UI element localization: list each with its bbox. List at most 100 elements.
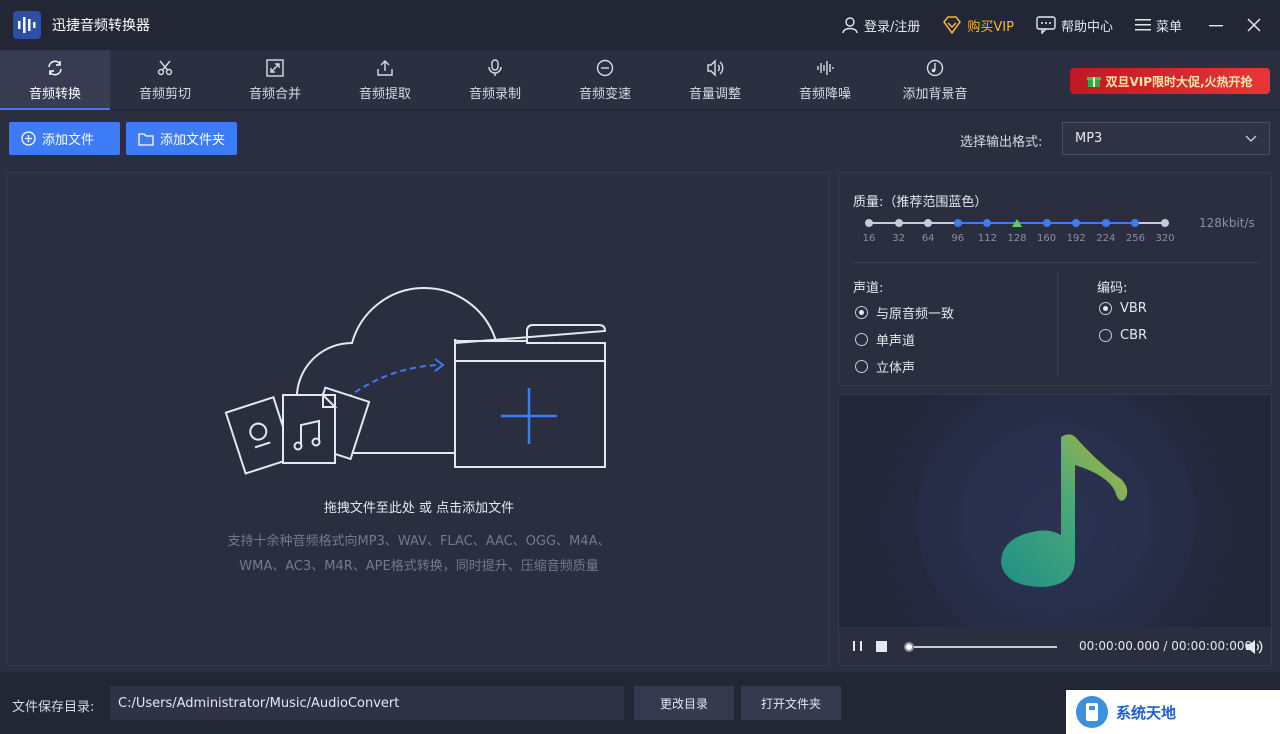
quality-option-320[interactable] bbox=[1161, 219, 1169, 227]
buy-vip-button[interactable]: 购买VIP bbox=[942, 16, 1014, 35]
app-logo-icon bbox=[12, 10, 42, 40]
folder-icon bbox=[138, 132, 154, 146]
channel-option-label: 单声道 bbox=[876, 334, 916, 349]
radio-indicator bbox=[855, 333, 868, 346]
quality-tick-label: 160 bbox=[1037, 233, 1057, 244]
encoding-option-label: CBR bbox=[1120, 328, 1148, 343]
quality-option-128[interactable] bbox=[1012, 219, 1022, 227]
app-title: 迅捷音频转换器 bbox=[52, 18, 150, 34]
vip-diamond-icon bbox=[943, 16, 962, 34]
radio-indicator bbox=[1099, 302, 1112, 315]
promo-banner[interactable]: 双旦VIP限时大促,火热开抢 bbox=[1070, 68, 1270, 94]
quality-tick-label: 128 bbox=[1007, 233, 1027, 244]
file-drop-zone[interactable]: 拖拽文件至此处 或 点击添加文件 支持十余种音频格式向MP3、WAV、FLAC、… bbox=[6, 172, 830, 666]
quality-option-224[interactable] bbox=[1101, 219, 1110, 227]
encoding-option-vbr[interactable]: VBR bbox=[1099, 301, 1147, 316]
denoise-icon bbox=[817, 60, 834, 75]
quality-tick-label: 16 bbox=[862, 233, 876, 244]
tab-label: 音量调整 bbox=[688, 86, 741, 102]
tab-label: 音频转换 bbox=[28, 86, 81, 102]
output-format-value: MP3 bbox=[1075, 131, 1103, 146]
channel-option-original[interactable]: 与原音频一致 bbox=[855, 303, 954, 322]
radio-indicator bbox=[855, 306, 868, 319]
playback-seek-bar[interactable] bbox=[909, 646, 1057, 648]
user-icon bbox=[842, 17, 858, 34]
dropzone-formats-line-1: 支持十余种音频格式向MP3、WAV、FLAC、AAC、OGG、M4A、 bbox=[227, 534, 611, 549]
volume-icon bbox=[707, 58, 724, 77]
quality-tick-label: 96 bbox=[951, 233, 965, 244]
watermark-logo-icon bbox=[1076, 696, 1108, 728]
quality-tick-label: 32 bbox=[892, 233, 905, 244]
help-center-button[interactable]: 帮助中心 bbox=[1036, 16, 1113, 35]
tab-label: 音频降噪 bbox=[798, 86, 851, 102]
scissors-icon bbox=[157, 60, 173, 75]
output-format-label: 选择输出格式: bbox=[960, 135, 1043, 150]
close-button[interactable] bbox=[1242, 13, 1266, 37]
output-format-select[interactable]: MP3 bbox=[1062, 122, 1270, 155]
tab-audio-cut[interactable]: 音频剪切 bbox=[110, 50, 220, 110]
channel-option-label: 与原音频一致 bbox=[876, 307, 955, 322]
watermark-text: 系统天地 bbox=[1116, 703, 1177, 722]
channel-option-stereo[interactable]: 立体声 bbox=[855, 357, 915, 376]
add-file-label: 添加文件 bbox=[42, 133, 95, 148]
quality-tick-label: 192 bbox=[1066, 233, 1086, 244]
login-button[interactable]: 登录/注册 bbox=[841, 16, 920, 35]
open-folder-button[interactable]: 打开文件夹 bbox=[741, 686, 841, 720]
encoding-option-cbr[interactable]: CBR bbox=[1099, 328, 1147, 343]
quality-option-192[interactable] bbox=[1072, 219, 1081, 227]
change-directory-button[interactable]: 更改目录 bbox=[634, 686, 734, 720]
tab-label: 音频剪切 bbox=[138, 86, 191, 102]
minimize-icon bbox=[1209, 25, 1223, 27]
quality-option-160[interactable] bbox=[1042, 219, 1051, 227]
volume-icon[interactable] bbox=[1245, 639, 1263, 655]
tab-volume-adjust[interactable]: 音量调整 bbox=[660, 50, 770, 110]
title-bar: 迅捷音频转换器 登录/注册 购买VIP 帮助中心 菜单 bbox=[0, 0, 1280, 50]
menu-button[interactable]: 菜单 bbox=[1134, 16, 1182, 35]
toolbar: 添加文件 添加文件夹 选择输出格式: MP3 bbox=[0, 110, 1280, 166]
quality-option-64[interactable] bbox=[924, 219, 933, 227]
extract-icon bbox=[377, 59, 393, 76]
tab-audio-denoise[interactable]: 音频降噪 bbox=[770, 50, 880, 110]
menu-label: 菜单 bbox=[1155, 19, 1182, 35]
tab-audio-extract[interactable]: 音频提取 bbox=[330, 50, 440, 110]
stop-icon[interactable] bbox=[875, 639, 889, 653]
player-controls: 00:00:00.000 / 00:00:00:000 bbox=[839, 627, 1271, 665]
convert-icon bbox=[48, 60, 62, 75]
minimize-button[interactable] bbox=[1204, 13, 1228, 37]
quality-option-112[interactable] bbox=[983, 219, 992, 227]
quality-option-256[interactable] bbox=[1131, 219, 1140, 227]
dropzone-instruction: 拖拽文件至此处 或 点击添加文件 bbox=[323, 501, 515, 516]
channel-label: 声道: bbox=[853, 281, 884, 296]
add-folder-button[interactable]: 添加文件夹 bbox=[126, 122, 237, 155]
tab-audio-convert[interactable]: 音频转换 bbox=[0, 50, 110, 110]
tab-audio-speed[interactable]: 音频变速 bbox=[550, 50, 660, 110]
quality-option-96[interactable] bbox=[953, 219, 962, 227]
add-file-button[interactable]: 添加文件 bbox=[9, 122, 120, 155]
tab-label: 音频提取 bbox=[358, 86, 411, 102]
playback-time: 00:00:00.000 / 00:00:00:000 bbox=[1079, 639, 1253, 653]
function-tab-bar: 音频转换 音频剪切 音频合并 音频提取 音频录制 音频变速 音量调整 音频降噪 … bbox=[0, 50, 1280, 110]
promo-text: 双旦VIP限时大促,火热开抢 bbox=[1105, 74, 1253, 89]
music-note-artwork bbox=[839, 395, 1271, 627]
buy-vip-label: 购买VIP bbox=[967, 19, 1014, 35]
save-directory-label: 文件保存目录: bbox=[12, 700, 95, 715]
tab-add-background-music[interactable]: 添加背景音 bbox=[880, 50, 990, 110]
tab-label: 音频合并 bbox=[248, 86, 301, 102]
site-watermark: 系统天地 bbox=[1066, 690, 1280, 734]
merge-icon bbox=[266, 58, 284, 77]
tab-audio-record[interactable]: 音频录制 bbox=[440, 50, 550, 110]
save-directory-path[interactable]: C:/Users/Administrator/Music/AudioConver… bbox=[110, 686, 624, 720]
quality-option-16[interactable] bbox=[865, 219, 873, 227]
pause-icon[interactable] bbox=[851, 639, 865, 653]
quality-tick-label: 112 bbox=[977, 233, 997, 244]
seek-handle[interactable] bbox=[904, 642, 914, 652]
channel-option-label: 立体声 bbox=[876, 361, 916, 376]
microphone-icon bbox=[488, 58, 502, 76]
channel-option-mono[interactable]: 单声道 bbox=[855, 330, 915, 349]
cloud-upload-illustration bbox=[224, 286, 607, 475]
chat-bubble-icon bbox=[1036, 16, 1056, 34]
tab-audio-merge[interactable]: 音频合并 bbox=[220, 50, 330, 110]
dropzone-formats-line-2: WMA、AC3、M4R、APE格式转换，同时提升、压缩音频质量 bbox=[239, 559, 599, 574]
quality-tick-label: 224 bbox=[1096, 233, 1116, 244]
quality-option-32[interactable] bbox=[894, 219, 903, 227]
